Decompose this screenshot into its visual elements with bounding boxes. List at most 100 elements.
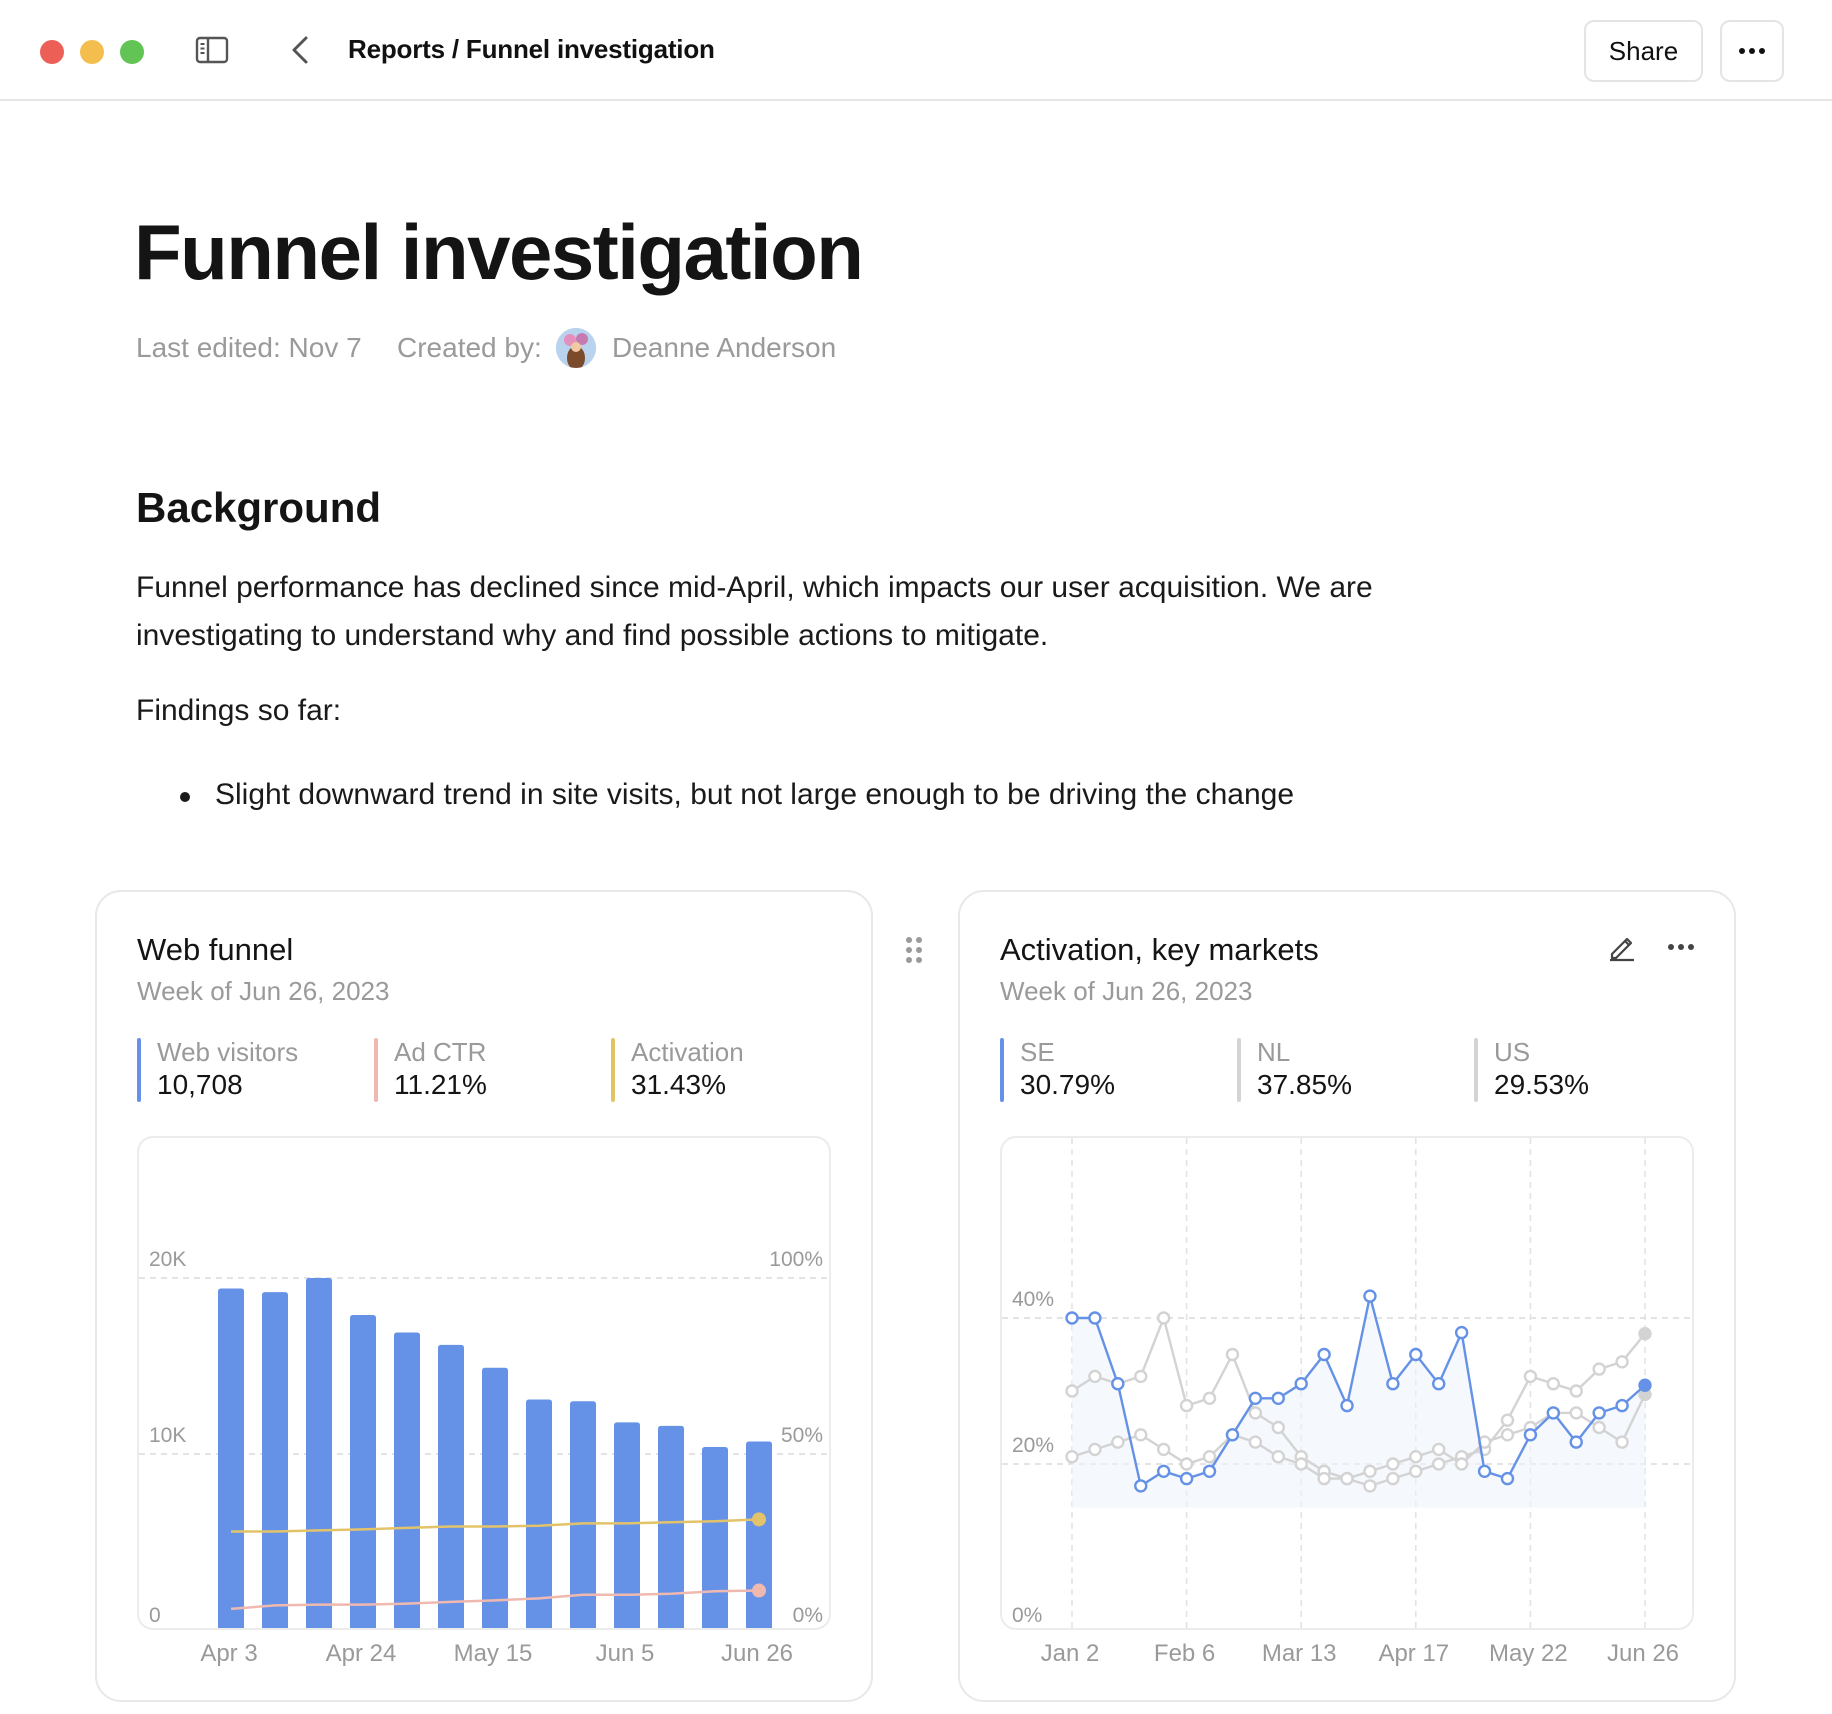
nl-point [1386, 1471, 1400, 1486]
se-point [1363, 1289, 1377, 1303]
y-tick-label: 0% [793, 1604, 823, 1627]
bar [306, 1278, 332, 1628]
nl-point [1569, 1384, 1583, 1398]
kpi-color-bar [374, 1038, 378, 1102]
kpi-color-bar [137, 1038, 141, 1102]
x-tick-label: Jun 5 [595, 1640, 655, 1667]
nl-point [1248, 1406, 1263, 1420]
minimize-window-button[interactable] [80, 40, 104, 64]
created-by-label: Created by: [397, 332, 542, 363]
nl-point [1271, 1420, 1285, 1435]
activation-card[interactable]: Activation, key markets Week of Jun 26, … [958, 890, 1736, 1702]
us-point [1065, 1450, 1079, 1464]
web-funnel-plot: 0 10K 20K 0% 50% 100% [139, 1248, 829, 1628]
se-point [1592, 1406, 1606, 1420]
maximize-window-button[interactable] [120, 40, 144, 64]
kpi-label: SE [1020, 1037, 1055, 1067]
us-point [1134, 1428, 1148, 1442]
nl-point [1432, 1457, 1446, 1471]
back-chevron-icon[interactable] [286, 32, 314, 68]
se-point [1317, 1347, 1331, 1362]
se-point [1500, 1471, 1515, 1486]
se-point [1638, 1378, 1652, 1392]
kpi-color-bar [1474, 1038, 1478, 1102]
background-paragraph: Funnel performance has declined since mi… [136, 571, 1373, 652]
more-dots-icon [1739, 48, 1765, 54]
kpi-nl: NL 37.85% [1237, 1036, 1352, 1104]
series-endpoint [752, 1512, 766, 1527]
nl-point [1065, 1384, 1079, 1398]
drag-handle-icon[interactable] [904, 936, 924, 964]
us-point [1386, 1457, 1400, 1471]
se-point [1248, 1391, 1263, 1405]
us-point [1271, 1450, 1285, 1464]
x-tick-label: Apr 3 [200, 1640, 258, 1667]
nl-point [1179, 1398, 1194, 1413]
x-tick-label: Feb 6 [1153, 1640, 1216, 1667]
kpi-value: 29.53% [1494, 1069, 1589, 1100]
web-funnel-card[interactable]: Web funnel Week of Jun 26, 2023 Web visi… [95, 890, 873, 1702]
y-tick-label: 10K [149, 1424, 186, 1447]
bar [262, 1292, 288, 1628]
page-title: Funnel investigation [134, 208, 864, 296]
y-tick-label: 0% [1012, 1604, 1042, 1627]
se-point [1477, 1464, 1492, 1478]
bar [746, 1441, 772, 1628]
us-point [1592, 1420, 1606, 1435]
bullet-marker [180, 792, 190, 802]
nl-point [1638, 1326, 1652, 1341]
y-tick-label: 40% [1012, 1288, 1054, 1311]
kpi-value: 37.85% [1257, 1069, 1352, 1100]
us-point [1363, 1464, 1377, 1478]
kpi-ad-ctr: Ad CTR 11.21% [374, 1036, 487, 1104]
us-point [1432, 1442, 1446, 1457]
kpi-value: 30.79% [1020, 1069, 1115, 1100]
nl-point [1363, 1479, 1377, 1493]
nl-point [1523, 1369, 1538, 1384]
se-point [1202, 1464, 1217, 1478]
card-more-button[interactable] [1664, 932, 1698, 962]
activation-plot: 0% 20% 40% [1002, 1138, 1692, 1628]
kpi-value: 31.43% [631, 1069, 726, 1100]
kpi-label: NL [1257, 1037, 1291, 1067]
se-point [1179, 1471, 1194, 1486]
web-funnel-chart[interactable]: 0 10K 20K 0% 50% 100% [137, 1136, 831, 1630]
more-options-button[interactable] [1720, 20, 1784, 82]
nl-point [1088, 1369, 1102, 1384]
us-point [1202, 1450, 1217, 1464]
x-tick-label: May 22 [1489, 1640, 1568, 1667]
activation-chart[interactable]: 0% 20% 40% [1000, 1136, 1694, 1630]
x-tick-label: May 15 [453, 1640, 533, 1667]
y-tick-label: 0 [149, 1604, 161, 1627]
card-subtitle: Week of Jun 26, 2023 [137, 976, 390, 1006]
y-tick-label: 20% [1012, 1434, 1054, 1457]
x-tick-label: Jun 26 [1606, 1640, 1680, 1667]
se-point [1409, 1347, 1423, 1362]
bar [438, 1344, 464, 1628]
us-point [1294, 1457, 1308, 1471]
kpi-activation: Activation 31.43% [611, 1036, 744, 1104]
kpi-se: SE 30.79% [1000, 1036, 1115, 1104]
sidebar-toggle-icon[interactable] [194, 34, 230, 66]
se-point [1546, 1406, 1561, 1420]
edit-pencil-icon[interactable] [1606, 930, 1638, 962]
x-tick-label: Apr 17 [1378, 1640, 1450, 1667]
share-button[interactable]: Share [1584, 20, 1703, 82]
close-window-button[interactable] [40, 40, 64, 64]
card-title: Web funnel [137, 932, 294, 967]
series-endpoint [752, 1583, 766, 1598]
section-heading-background: Background [136, 484, 382, 531]
kpi-label: Ad CTR [394, 1037, 487, 1067]
last-edited: Last edited: Nov 7 [136, 332, 362, 363]
y-tick-label: 50% [781, 1424, 823, 1447]
se-point [1615, 1398, 1629, 1413]
nl-point [1615, 1355, 1629, 1369]
us-point [1340, 1471, 1354, 1486]
x-axis-labels: Jan 2 Feb 6 Mar 13 Apr 17 May 22 Jun 26 [1000, 1640, 1694, 1680]
breadcrumb[interactable]: Reports / Funnel investigation [348, 34, 715, 65]
se-point [1225, 1428, 1240, 1442]
nl-point [1202, 1391, 1217, 1405]
avatar[interactable] [556, 328, 596, 368]
se-point [1134, 1479, 1148, 1493]
author-name[interactable]: Deanne Anderson [612, 332, 836, 364]
